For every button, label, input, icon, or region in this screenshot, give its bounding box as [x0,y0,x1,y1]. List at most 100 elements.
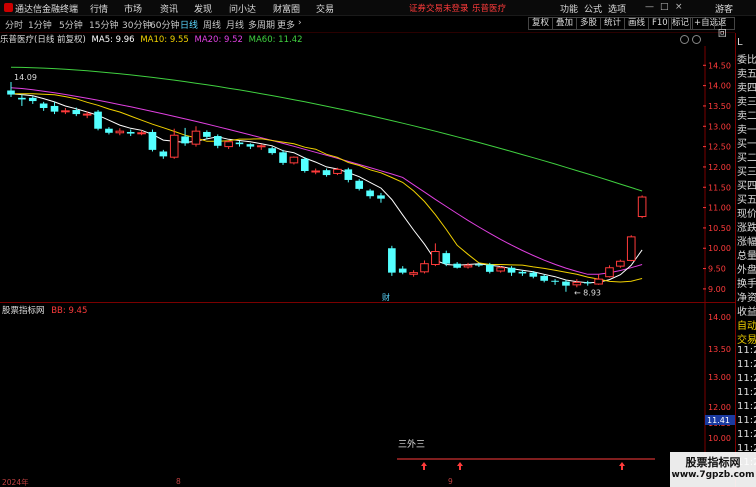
indicator-name: 股票指标网 [2,306,45,316]
candle-body [203,131,211,137]
high-price-mark: 14.09 [14,73,37,82]
side-item: 买四 [737,181,756,192]
side-item: 11:2 [737,429,756,440]
candle-body [420,263,429,273]
candle-body [333,168,342,174]
side-item: 卖一 [737,125,756,136]
financial-report-marker: 财 [382,292,390,302]
candle-body [268,148,276,154]
panel-divider[interactable] [0,302,735,303]
candle-body [431,250,440,266]
candle-body [213,136,222,146]
ma10-line [11,93,643,283]
candle-body [72,110,81,115]
candle-body [475,264,483,266]
candle-body [388,248,396,273]
candle-body [246,144,255,147]
indicator-current-value: 11.41 [707,416,730,425]
candle-body [616,260,625,267]
price-tick-label: 10.50 [708,224,731,233]
side-item: 换手 [737,279,756,290]
time-label-year: 2024年 [2,478,29,487]
indicator-tick-label: 13.50 [708,345,731,354]
candle-body [7,90,15,95]
side-item: 11:2 [737,401,756,412]
candle-body [148,131,157,150]
side-item: 交易 [737,335,756,346]
candle-body [300,158,309,171]
candle-body [355,180,364,189]
kline-chart[interactable]: 14.50 14.00 13.50 13.00 12.50 12.00 11.50 11.00… [0,0,735,487]
price-tick-label: 9.50 [708,265,726,274]
candle-body [398,268,407,273]
price-tick-label: 12.50 [708,143,731,152]
candle-body [61,110,70,113]
price-tick-label: 11.50 [708,183,731,192]
side-item: 买三 [737,167,756,178]
candle-body [311,170,320,173]
indicator-tick-label: 14.00 [708,313,731,322]
candle-body [191,130,201,145]
candle-body [224,141,233,148]
side-item: 自动 [737,321,756,332]
ma20-line [10,87,643,275]
candle-body [322,170,331,176]
side-item: 卖四 [737,83,756,94]
candle-body [605,267,614,278]
candle-body [463,264,473,268]
time-axis: 2024年 8 9 [0,477,735,487]
candle-body [94,111,102,129]
candle-body [28,97,37,102]
side-item: 收益 [737,307,756,318]
price-tick-label: 9.00 [708,285,726,294]
ma5-line [10,93,643,284]
indicator-tick-label: 13.00 [708,373,731,382]
candle-body [50,105,59,112]
indicator-tick-label: 10.00 [708,434,731,443]
side-item: 涨幅 [737,237,756,248]
candle-body [159,151,168,157]
candle-body [181,136,189,144]
side-item: 11:2 [737,373,756,384]
candle-body [18,97,26,100]
price-tick-label: 12.00 [708,163,731,172]
candle-body [637,196,647,218]
candle-body [572,281,582,286]
candle-body [496,267,505,272]
candle-body [551,280,559,282]
side-item: 买五 [737,195,756,206]
indicator-title-bar: 股票指标网 BB: 9.45 [2,304,87,316]
candle-body [366,190,374,197]
side-item: 买二 [737,153,756,164]
candle-body [507,267,516,273]
candle-body [137,132,146,135]
candle-body [235,142,244,145]
candle-body [126,131,135,134]
quote-side-panel[interactable]: L 委比 卖五 卖四 卖三 卖二 卖一 买一 买二 买三 买四 买五 现价 涨跌 涨幅 总量 外盘 换手 净资 收益自… [735,33,756,487]
candle-body [594,278,603,285]
side-item: 卖五 [737,69,756,80]
watermark-logo: 股票指标网 www.7gpzb.com [670,452,756,487]
price-tick-label: 11.00 [708,204,731,213]
candle-body [442,253,451,264]
price-tick-label: 14.50 [708,61,731,70]
candle-body [529,272,538,277]
candle-body [115,130,125,134]
candle-body [289,156,299,164]
side-item: L [737,37,743,48]
candle-body [279,152,287,163]
signal-arrow-icon [421,462,427,470]
indicator-tick-label: 12.00 [708,403,731,412]
side-item: 现价 [737,209,756,220]
side-item: 卖三 [737,97,756,108]
candle-body [105,128,113,133]
signal-arrow-icon [619,462,625,470]
candle-body [39,103,48,108]
side-item: 11:2 [737,415,756,426]
indicator-annotation: 三外三 [398,438,425,450]
price-tick-label: 14.00 [708,82,731,91]
candle-body [377,195,385,199]
time-label-aug: 8 [176,477,181,486]
side-item: 买一 [737,139,756,150]
side-item: 卖二 [737,111,756,122]
